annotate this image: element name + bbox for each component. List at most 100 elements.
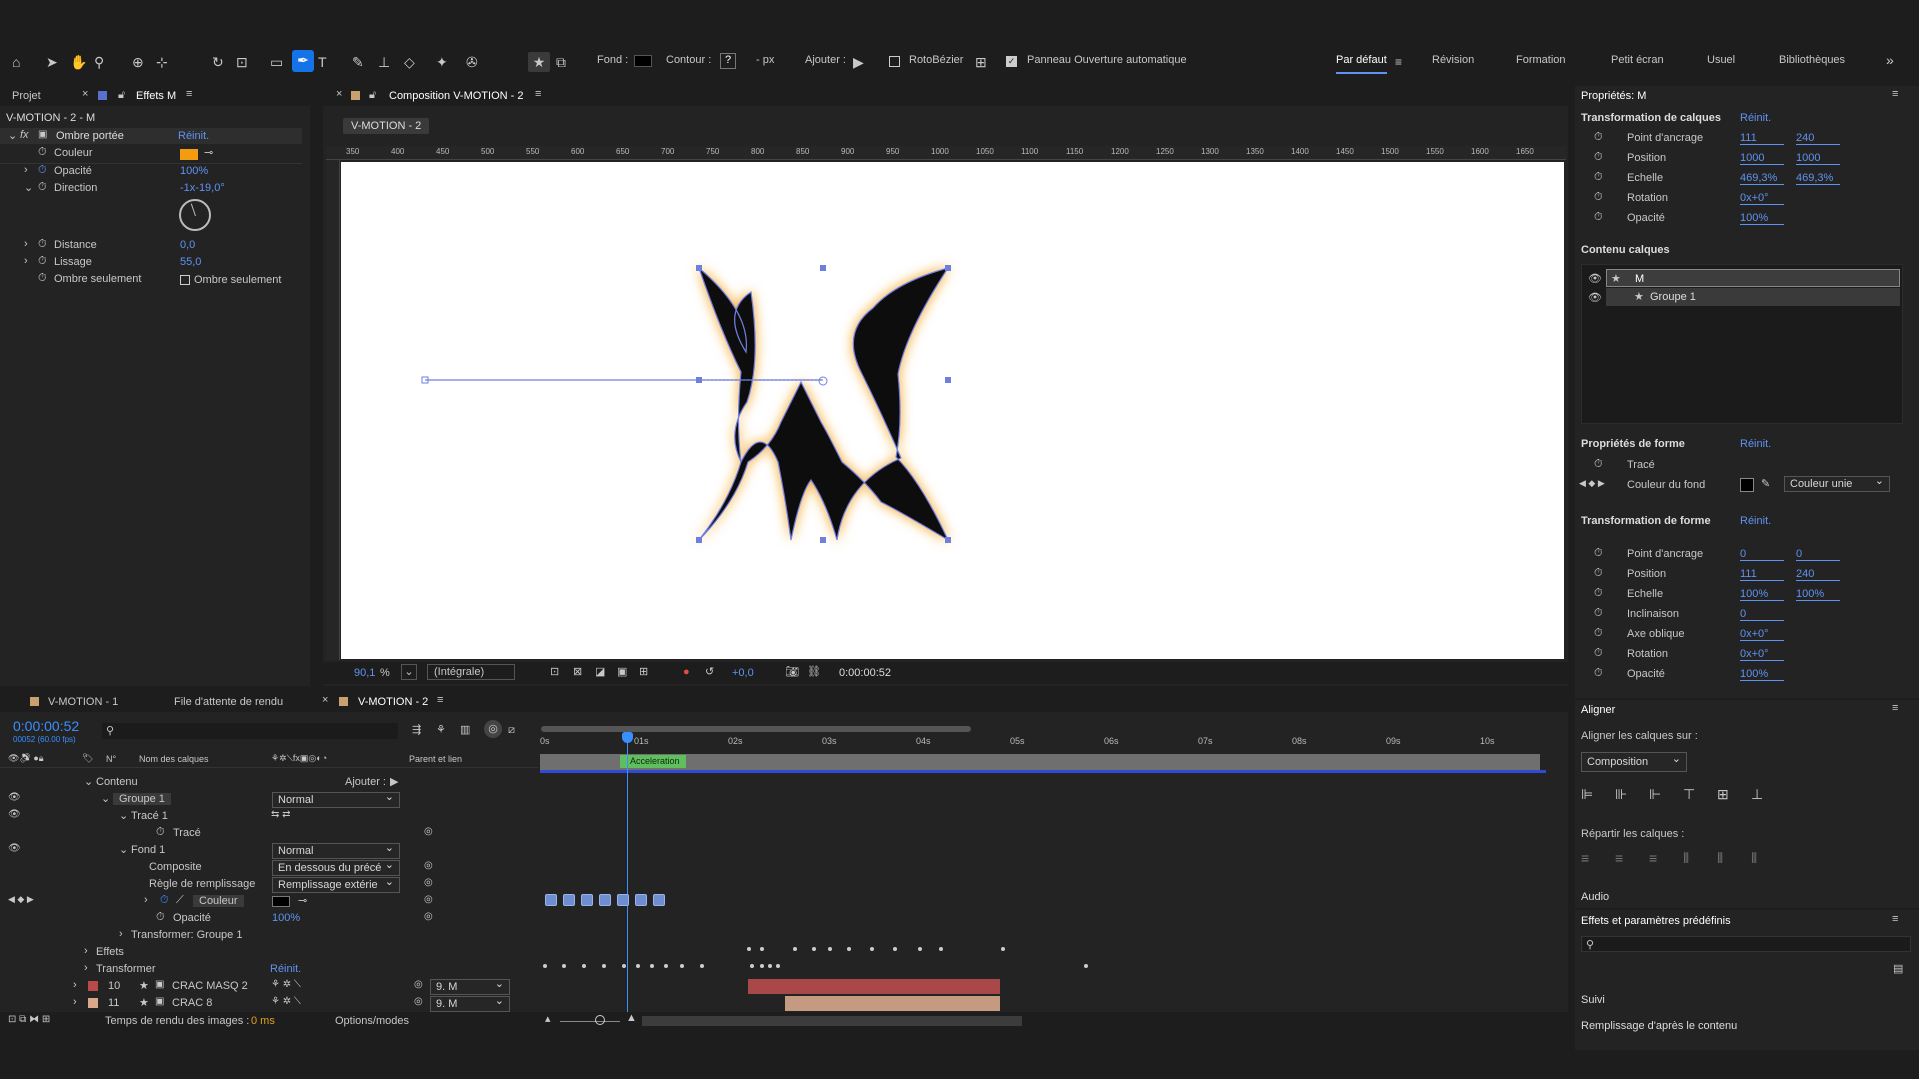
layer-duration-bar[interactable] (785, 996, 1000, 1011)
chevron-icon[interactable]: ⌄ (101, 792, 110, 805)
shy-layers-icon[interactable]: ⚘ (436, 720, 446, 740)
timeline-property-row[interactable]: › Effets (0, 944, 538, 961)
align-target-select[interactable]: Composition (1581, 750, 1687, 772)
distribute-right-icon[interactable]: ⦀ (1751, 848, 1757, 868)
workspace-training[interactable]: Formation (1516, 54, 1566, 66)
layer-transform-value[interactable]: 111 (1740, 132, 1784, 145)
stopwatch-icon[interactable]: ⏱︎ (160, 894, 169, 907)
align-hcenter-icon[interactable]: ⊪ (1615, 784, 1627, 804)
guides-icon[interactable]: ▣ (617, 662, 627, 682)
parent-select[interactable]: 9. M (430, 994, 510, 1012)
keyframe-dot[interactable] (582, 964, 586, 968)
chevron-right-icon[interactable]: › (24, 255, 28, 267)
expression-pickwhip-icon[interactable]: ◎ (424, 894, 433, 905)
stopwatch-icon[interactable]: ⏱︎ (38, 181, 47, 194)
rotobezier-checkbox[interactable] (889, 56, 900, 67)
layer-duration-bar[interactable] (748, 979, 1000, 994)
show-snapshot-icon[interactable]: ⛓︎ (807, 662, 821, 682)
shape-transform-value-2[interactable]: 240 (1796, 568, 1840, 581)
shape-transform-value-2[interactable]: 0 (1796, 548, 1840, 561)
keyframe-dot[interactable] (1084, 964, 1088, 968)
keyframe[interactable] (635, 894, 647, 906)
layer-transform-value-2[interactable]: 469,3% (1796, 172, 1840, 185)
keyframe-dot[interactable] (812, 947, 816, 951)
tab-effects[interactable]: Effets M (136, 90, 176, 102)
timeline-mode-select[interactable]: Remplissage extérie (272, 875, 400, 893)
layer-label-color[interactable] (88, 981, 98, 991)
region-of-interest-icon[interactable]: ⊡ (550, 662, 559, 682)
expression-pickwhip-icon[interactable]: ◎ (424, 877, 433, 888)
color-swatch[interactable] (272, 896, 290, 907)
softness-value[interactable]: 55,0 (180, 256, 201, 268)
stopwatch-icon[interactable]: ⏱︎ (1594, 458, 1603, 471)
layer-label-color[interactable] (88, 998, 98, 1008)
keyframe-dot[interactable] (680, 964, 684, 968)
channels-icon[interactable]: ● (683, 662, 690, 682)
motion-blur-icon[interactable]: ◎ (484, 720, 502, 738)
zoom-in-icon[interactable]: ▲ (626, 1012, 637, 1024)
eye-icon[interactable]: 👁︎ (8, 809, 21, 820)
align-left-icon[interactable]: ⊫ (1581, 784, 1593, 804)
eyedropper-icon[interactable]: ✎ (1761, 477, 1770, 490)
workspace-small-screen[interactable]: Petit écran (1611, 54, 1664, 66)
stopwatch-icon[interactable]: ⏱︎ (1594, 547, 1603, 560)
layer-transform-reset[interactable]: Réinit. (1740, 112, 1771, 124)
anchor-tool-icon[interactable]: ⊡ (236, 52, 248, 72)
timeline-property-row[interactable]: 👁︎ ⌄ Tracé 1 ⇆ ⇄ (0, 808, 538, 825)
stopwatch-icon[interactable]: ⏱︎ (1594, 647, 1603, 660)
layer-transform-value[interactable]: 100% (1740, 212, 1784, 225)
eye-icon[interactable]: 👁︎ (1588, 291, 1602, 304)
shape-transform-value[interactable]: 111 (1740, 568, 1784, 581)
stopwatch-icon[interactable]: ⏱︎ (156, 911, 165, 924)
stroke-swatch[interactable]: ? (720, 53, 736, 69)
selection-tool-icon[interactable]: ➤ (46, 52, 58, 72)
fill-type-select[interactable]: Couleur unie (1784, 474, 1890, 492)
grid-icon[interactable]: ⊞ (639, 662, 648, 682)
timeline-mode-select[interactable]: Normal (272, 790, 400, 808)
panel-menu-icon[interactable]: ≡ (437, 694, 443, 706)
close-icon[interactable]: × (336, 88, 342, 100)
toggle-modes[interactable]: Options/modes (335, 1015, 409, 1027)
m-logo-shape[interactable] (341, 162, 1564, 659)
keyframe-dot[interactable] (664, 964, 668, 968)
time-ruler[interactable]: Acceleration 0s 01s 02s 03s 04s 05s 06s 07s 08s 0… (540, 724, 1546, 773)
audio-title[interactable]: Audio (1581, 891, 1609, 903)
roto-brush-icon[interactable]: ✦ (436, 52, 448, 72)
stopwatch-icon[interactable]: ⏱︎ (1594, 211, 1603, 224)
tab-project[interactable]: Projet (12, 90, 41, 102)
clone-tool-icon[interactable]: ⊥ (378, 52, 390, 72)
timeline-property-row[interactable]: ◀ ◆ ▶ › ⏱︎ ⟋ Couleur ⊸ ◎ (0, 893, 538, 910)
rectangle-tool-icon[interactable]: ▭ (270, 52, 283, 72)
align-top-icon[interactable]: ⊤ (1683, 784, 1695, 804)
eyedropper-icon[interactable]: ⊸ (204, 146, 213, 159)
chevron-icon[interactable]: ⌄ (84, 775, 93, 788)
effects-search-input[interactable]: ⚲ (1581, 936, 1911, 952)
chevron-right-icon[interactable]: › (144, 894, 148, 906)
shape-transform-reset[interactable]: Réinit. (1740, 515, 1771, 527)
keyframe-dot[interactable] (793, 947, 797, 951)
parent-pickwhip-icon[interactable]: ◎ (414, 979, 423, 990)
timeline-property-row[interactable]: 👁︎ ⌄ Groupe 1 Normal (0, 790, 538, 808)
add-play-icon[interactable]: ▶ (853, 52, 864, 72)
shape-transform-value-2[interactable]: 100% (1796, 588, 1840, 601)
workspace-libraries[interactable]: Bibliothèques (1779, 54, 1845, 66)
layer-transform-value-2[interactable]: 1000 (1796, 152, 1840, 165)
zoom-slider-handle[interactable] (595, 1015, 605, 1025)
brush-tool-icon[interactable]: ✎ (352, 52, 364, 72)
layer-name[interactable]: CRAC MASQ 2 (172, 980, 248, 992)
rotate-tool-icon[interactable]: ↻ (212, 52, 224, 72)
stroke-width[interactable]: - px (756, 54, 774, 66)
fill-color-swatch[interactable] (1740, 478, 1754, 492)
zoom-dropdown-icon[interactable]: ⌄ (401, 664, 417, 680)
keyframe-dot[interactable] (939, 947, 943, 951)
stopwatch-icon[interactable]: ⏱︎ (38, 238, 47, 251)
opacity-value[interactable]: 100% (180, 165, 208, 177)
distribute-bottom-icon[interactable]: ≡ (1649, 848, 1657, 868)
stopwatch-icon[interactable]: ⏱︎ (1594, 171, 1603, 184)
lock-icon[interactable]: 🔓︎ (118, 89, 125, 102)
parent-pickwhip-icon[interactable]: ◎ (414, 996, 423, 1007)
keyframe[interactable] (599, 894, 611, 906)
stopwatch-icon[interactable]: ⏱︎ (1594, 587, 1603, 600)
layer-transform-value[interactable]: 1000 (1740, 152, 1784, 165)
eye-icon[interactable]: 👁︎ (1588, 272, 1602, 285)
